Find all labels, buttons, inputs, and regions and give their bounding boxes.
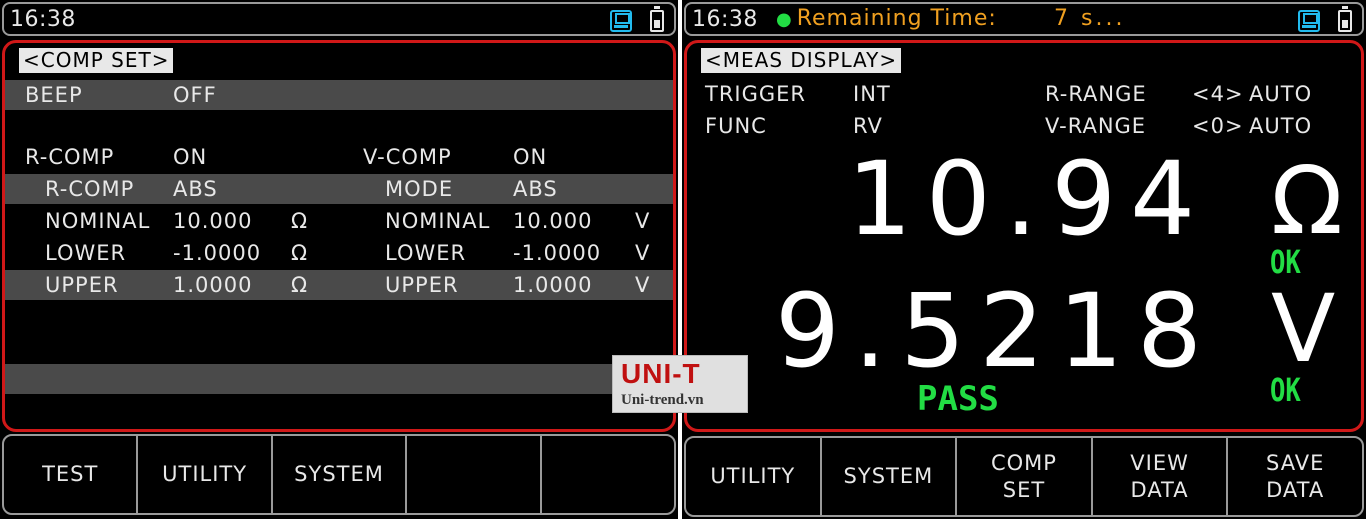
v-range-index: <0> [1192,114,1244,138]
meas-display-screen: 16:38 ● Remaining Time: 7 s... <MEAS DISP… [682,0,1366,519]
r-comp-label: R-COMP [25,145,115,169]
r-nominal-unit: Ω [291,209,309,233]
r-lower-label: LOWER [45,241,127,265]
voltage-reading: 9.5218 [775,272,1216,391]
softkey-test[interactable]: TEST [4,436,139,513]
meas-display-panel: <MEAS DISPLAY> TRIGGER INT R-RANGE <4> A… [684,40,1364,432]
v-range-mode: AUTO [1249,114,1313,138]
softkey-empty-5[interactable] [542,436,674,513]
brand-logo-site: Uni-trend.vn [621,392,704,408]
page-title: <COMP SET> [19,48,174,73]
remaining-time-label: Remaining Time: [796,6,997,31]
softkey-system[interactable]: SYSTEM [822,438,958,515]
v-upper-unit: V [635,273,651,297]
r-nominal-value[interactable]: 10.000 [173,206,252,236]
softkey-utility[interactable]: UTILITY [686,438,822,515]
resistance-reading: 10.94 [847,140,1210,259]
v-lower-value[interactable]: -1.0000 [513,238,601,268]
v-comp-mode-label: MODE [385,177,454,201]
status-bar: 16:38 ● Remaining Time: 7 s... [684,2,1364,36]
page-title: <MEAS DISPLAY> [701,48,902,73]
clock: 16:38 [10,7,76,32]
v-nominal-value[interactable]: 10.000 [513,206,592,236]
softkey-system[interactable]: SYSTEM [273,436,408,513]
r-upper-label: UPPER [45,273,119,297]
softkey-empty-4[interactable] [407,436,542,513]
remaining-time-value: 7 s... [1054,6,1126,31]
beep-value[interactable]: OFF [173,80,217,110]
v-upper-value[interactable]: 1.0000 [513,270,592,300]
r-range-label: R-RANGE [1045,82,1147,106]
v-lower-label: LOWER [385,241,467,265]
save-disk-icon [1298,10,1320,32]
v-comp-mode-value[interactable]: ABS [513,174,558,204]
resistance-unit: Ω [1271,147,1343,256]
voltage-unit: V [1271,275,1336,384]
v-range-label: V-RANGE [1045,114,1147,138]
softkey-bar: UTILITY SYSTEM COMP SET VIEW DATA SAVE D… [684,436,1364,517]
comp-set-panel: <COMP SET> BEEP OFF R-COMP ON V-COMP ON … [2,40,676,432]
softkey-bar: TEST UTILITY SYSTEM [2,434,676,515]
r-upper-unit: Ω [291,273,309,297]
func-value: RV [853,114,883,138]
v-nominal-label: NOMINAL [385,209,491,233]
voltage-status: OK [1270,371,1301,409]
brand-logo-text: UNI-T [621,358,701,389]
v-lower-unit: V [635,241,651,265]
v-upper-label: UPPER [385,273,459,297]
row-highlight [5,364,673,394]
r-lower-unit: Ω [291,241,309,265]
status-bar: 16:38 [2,2,676,36]
v-comp-label: V-COMP [363,145,452,169]
r-upper-value[interactable]: 1.0000 [173,270,252,300]
r-lower-value[interactable]: -1.0000 [173,238,261,268]
v-nominal-unit: V [635,209,651,233]
brand-watermark-logo: UNI-T Uni-trend.vn [612,355,748,413]
beep-label: BEEP [25,83,83,107]
status-dot-icon: ● [776,9,793,30]
overall-result: PASS [917,379,999,419]
battery-icon [650,6,664,32]
softkey-save-data[interactable]: SAVE DATA [1228,438,1362,515]
r-range-mode: AUTO [1249,82,1313,106]
r-nominal-label: NOMINAL [45,209,151,233]
trigger-value: INT [853,82,891,106]
func-label: FUNC [705,114,767,138]
remaining-time: ● Remaining Time: [776,6,997,31]
save-disk-icon [610,10,632,32]
clock: 16:38 [692,7,758,32]
comp-set-screen: 16:38 <COMP SET> BEEP OFF R-COMP ON V-CO… [0,0,678,519]
r-comp-mode-value[interactable]: ABS [173,174,218,204]
r-comp-mode-label: R-COMP [45,177,135,201]
r-comp-state[interactable]: ON [173,142,207,172]
v-comp-state[interactable]: ON [513,142,547,172]
softkey-comp-set[interactable]: COMP SET [957,438,1093,515]
trigger-label: TRIGGER [705,82,807,106]
row-highlight [5,80,673,110]
battery-icon [1338,6,1352,32]
softkey-view-data[interactable]: VIEW DATA [1093,438,1229,515]
softkey-utility[interactable]: UTILITY [138,436,273,513]
r-range-index: <4> [1192,82,1244,106]
